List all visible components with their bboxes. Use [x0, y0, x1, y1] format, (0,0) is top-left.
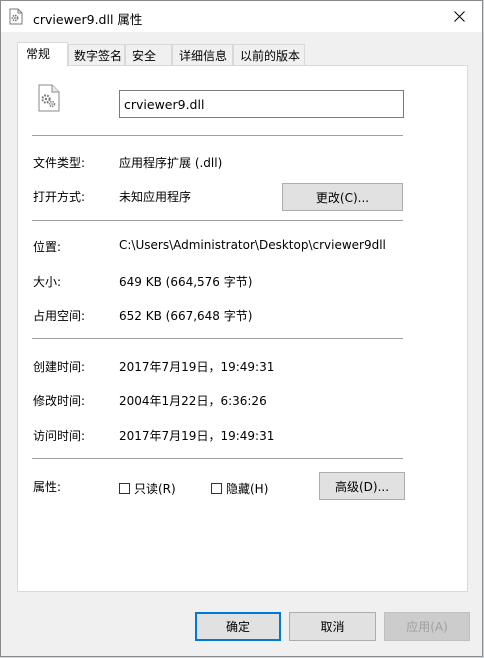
- tab-previous-versions[interactable]: 以前的版本: [233, 44, 305, 65]
- created-value: 2017年7月19日，19:49:31: [119, 360, 275, 374]
- change-app-button[interactable]: 更改(C)...: [282, 183, 403, 211]
- properties-dialog: crviewer9.dll 属性 常规 数字签名 安全 详细信息 以前的版本 文…: [0, 0, 483, 657]
- close-button[interactable]: [436, 1, 482, 32]
- divider: [32, 458, 403, 459]
- file-type-label: 文件类型:: [33, 156, 86, 170]
- divider: [32, 338, 403, 339]
- opens-with-label: 打开方式:: [33, 190, 86, 204]
- advanced-attributes-button[interactable]: 高级(D)...: [319, 472, 405, 500]
- hidden-checkbox[interactable]: 隐藏(H): [211, 480, 268, 497]
- cancel-button[interactable]: 取消: [289, 612, 376, 641]
- title-bar[interactable]: crviewer9.dll 属性: [1, 1, 482, 32]
- modified-label: 修改时间:: [33, 394, 86, 408]
- readonly-checkbox-label: 只读(R): [134, 482, 176, 496]
- divider: [32, 220, 403, 221]
- size-label: 大小:: [33, 275, 62, 289]
- size-on-disk-label: 占用空间:: [33, 309, 86, 323]
- location-label: 位置:: [33, 240, 62, 254]
- tab-security[interactable]: 安全: [125, 44, 172, 65]
- window-title: crviewer9.dll 属性: [33, 12, 143, 27]
- divider: [32, 135, 403, 136]
- readonly-checkbox[interactable]: 只读(R): [119, 480, 176, 497]
- ok-button[interactable]: 确定: [195, 612, 281, 641]
- accessed-value: 2017年7月19日，19:49:31: [119, 429, 275, 443]
- dll-file-icon: [38, 84, 60, 112]
- hidden-checkbox-label: 隐藏(H): [226, 482, 269, 496]
- apply-button[interactable]: 应用(A): [384, 612, 470, 641]
- location-value: C:\Users\Administrator\Desktop\crviewer9…: [119, 238, 386, 252]
- file-name-input[interactable]: [119, 90, 404, 118]
- opens-with-value: 未知应用程序: [119, 190, 192, 204]
- readonly-checkbox-box[interactable]: [119, 483, 130, 494]
- tab-details[interactable]: 详细信息: [172, 44, 233, 65]
- tab-general[interactable]: 常规: [17, 42, 68, 67]
- size-on-disk-value: 652 KB (667,648 字节): [119, 309, 253, 323]
- modified-value: 2004年1月22日，6:36:26: [119, 394, 267, 408]
- file-type-value: 应用程序扩展 (.dll): [119, 156, 223, 170]
- gear-file-icon: [9, 8, 23, 25]
- accessed-label: 访问时间:: [33, 429, 86, 443]
- hidden-checkbox-box[interactable]: [211, 483, 222, 494]
- size-value: 649 KB (664,576 字节): [119, 275, 253, 289]
- created-label: 创建时间:: [33, 360, 86, 374]
- tab-digital-signatures[interactable]: 数字签名: [68, 44, 125, 65]
- attributes-label: 属性:: [33, 480, 62, 494]
- close-icon: [453, 11, 465, 22]
- general-panel: 文件类型: 应用程序扩展 (.dll) 打开方式: 未知应用程序 更改(C)..…: [17, 65, 468, 592]
